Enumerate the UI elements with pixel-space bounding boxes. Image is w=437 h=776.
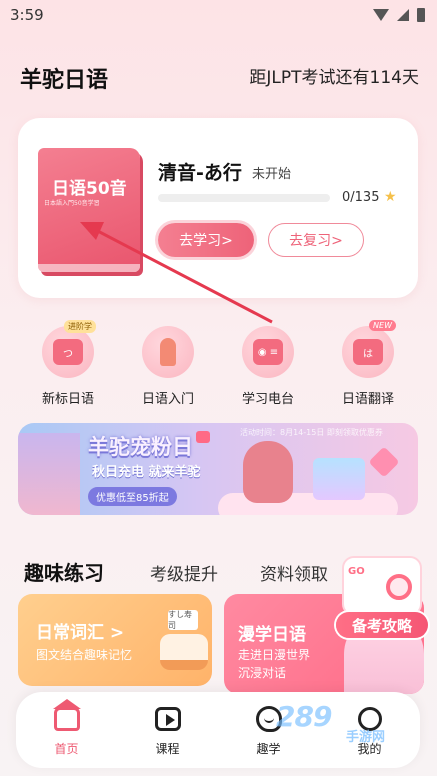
star-icon: ★	[384, 189, 397, 205]
manga-title: 漫学日语	[238, 625, 306, 645]
banner-discount: 优惠低至85折起	[88, 487, 177, 506]
study-button[interactable]: 去学习>	[158, 223, 254, 257]
lesson-progress-bar	[158, 194, 330, 202]
quick-entry-label: 新标日语	[41, 392, 94, 407]
lesson-title: 清音-あ行	[158, 162, 242, 184]
quick-entry-translate[interactable]: は NEW 日语翻译	[328, 320, 408, 407]
vocab-title: 日常词汇 >	[36, 623, 125, 643]
tab-resources[interactable]: 资料领取	[260, 560, 328, 585]
exam-strategy-float[interactable]: GO 备考攻略	[334, 556, 430, 642]
app-title: 羊驼日语	[20, 68, 109, 93]
lesson-status: 未开始	[252, 167, 292, 182]
banner-date: 活动时间：8月14-15日 即刻领取优惠券	[240, 428, 383, 437]
manga-desc-line1: 走进日漫世界	[238, 648, 311, 662]
gift-box-illustration	[313, 458, 365, 500]
play-icon	[154, 706, 181, 731]
nav-label: 趣学	[256, 741, 281, 756]
status-time: 3:59	[10, 6, 44, 24]
go-sign: GO	[348, 566, 365, 577]
nav-home[interactable]: 首页	[27, 704, 107, 757]
vocab-card[interactable]: 日常词汇 > 图文结合趣味记忆 すし寿司	[18, 594, 212, 686]
nav-label: 课程	[155, 741, 180, 756]
translate-icon: は NEW	[342, 320, 396, 378]
wifi-icon	[373, 9, 389, 21]
quick-entry-new-standard[interactable]: つ 进阶学 新标日语	[28, 320, 108, 407]
banner-title: 羊驼宠粉日	[88, 435, 193, 459]
rocket-inner	[160, 338, 176, 366]
quick-entry-label: 日语入门	[141, 392, 194, 407]
quick-entry-label: 日语翻译	[341, 392, 394, 407]
exam-strategy-label: 备考攻略	[336, 612, 428, 638]
nav-course-icon-wrap	[128, 704, 208, 734]
quick-entry-radio[interactable]: ◉ ≡ 学习电台	[228, 326, 308, 407]
book-title: 日语50音	[52, 179, 127, 199]
banner-badge-icon	[196, 431, 210, 443]
magnifier-icon	[386, 574, 412, 600]
quick-entry-beginner[interactable]: 日语入门	[128, 326, 208, 407]
watermark-logo: 289	[276, 700, 332, 733]
translate-inner: は	[353, 339, 383, 365]
book-badge-inner: つ	[53, 339, 83, 365]
status-bar: 3:59	[0, 0, 437, 30]
tab-level-up[interactable]: 考级提升	[150, 560, 218, 585]
banner-slogan: 秋日充电 就来羊驼	[92, 465, 201, 480]
review-button[interactable]: 去复习>	[268, 223, 364, 257]
watermark-text: 手游网	[346, 730, 386, 745]
nav-home-icon-wrap	[27, 704, 107, 734]
promo-banner[interactable]: 羊驼宠粉日 秋日充电 就来羊驼 优惠低至85折起 活动时间：8月14-15日 即…	[18, 423, 418, 515]
tab-fun-practice[interactable]: 趣味练习	[24, 557, 104, 586]
radio-icon: ◉ ≡	[242, 326, 294, 378]
new-tag: NEW	[369, 320, 396, 331]
home-icon	[53, 706, 80, 731]
book-cover[interactable]: 日语50音 日本語入門50音学習	[38, 148, 140, 272]
manga-desc-line2: 沉浸对话	[238, 666, 287, 680]
exam-countdown[interactable]: 距JLPT考试还有114天	[249, 63, 419, 88]
rocket-icon	[142, 326, 194, 378]
progress-count: 0/135	[342, 190, 380, 205]
alpaca-character-illustration	[243, 441, 293, 503]
vocab-desc: 图文结合趣味记忆	[36, 648, 133, 662]
heart-icon	[368, 446, 400, 478]
nav-label: 首页	[54, 741, 79, 756]
book-badge-icon: つ 进阶学	[42, 320, 96, 378]
advanced-tag: 进阶学	[64, 320, 96, 333]
quick-entry-label: 学习电台	[241, 392, 294, 407]
sushi-illustration	[160, 634, 208, 670]
book-subtitle: 日本語入門50音学習	[44, 200, 100, 207]
status-icons	[373, 8, 425, 22]
radio-inner: ◉ ≡	[253, 339, 283, 365]
signal-icon	[397, 9, 409, 21]
battery-icon	[417, 8, 425, 22]
nav-course[interactable]: 课程	[128, 704, 208, 757]
banner-building-illustration	[18, 433, 80, 515]
sushi-sign: すし寿司	[168, 610, 198, 630]
